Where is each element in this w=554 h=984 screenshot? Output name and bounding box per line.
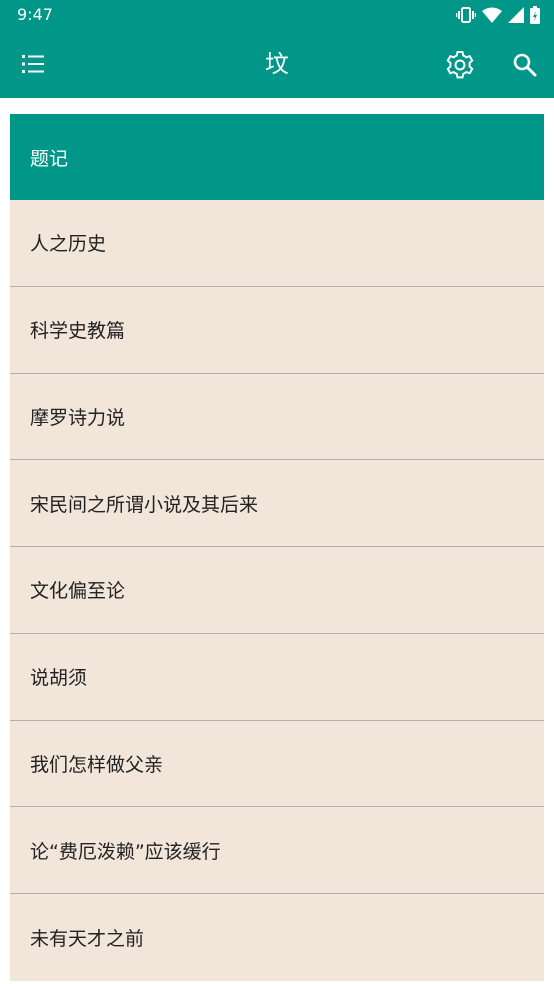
status-time: 9:47 — [17, 5, 53, 24]
list-item[interactable]: 未有天才之前 — [10, 894, 544, 981]
search-icon — [511, 53, 539, 83]
wifi-icon — [482, 7, 502, 23]
list-item[interactable]: 论“费厄泼赖”应该缓行 — [10, 807, 544, 894]
list-item[interactable]: 人之历史 — [10, 200, 544, 287]
app-bar: 坟 — [0, 30, 554, 98]
list-item-header[interactable]: 题记 — [10, 114, 544, 200]
gear-icon — [444, 51, 476, 85]
list-item[interactable]: 科学史教篇 — [10, 286, 544, 374]
list-item[interactable]: 摩罗诗力说 — [10, 373, 544, 461]
settings-button[interactable] — [444, 49, 476, 81]
list-item[interactable]: 宋民间之所谓小说及其后来 — [10, 460, 544, 547]
signal-icon — [508, 7, 524, 23]
list-item[interactable]: 文化偏至论 — [10, 547, 544, 634]
search-button[interactable] — [511, 51, 539, 79]
vibrate-icon — [456, 6, 476, 24]
list-item[interactable]: 我们怎样做父亲 — [10, 720, 544, 808]
list-item[interactable]: 说胡须 — [10, 633, 544, 721]
battery-icon — [530, 6, 540, 24]
status-bar: 9:47 — [0, 0, 554, 30]
chapter-list: 题记 人之历史 科学史教篇 摩罗诗力说 宋民间之所谓小说及其后来 文化偏至论 说… — [10, 114, 544, 981]
status-icons — [456, 5, 540, 25]
